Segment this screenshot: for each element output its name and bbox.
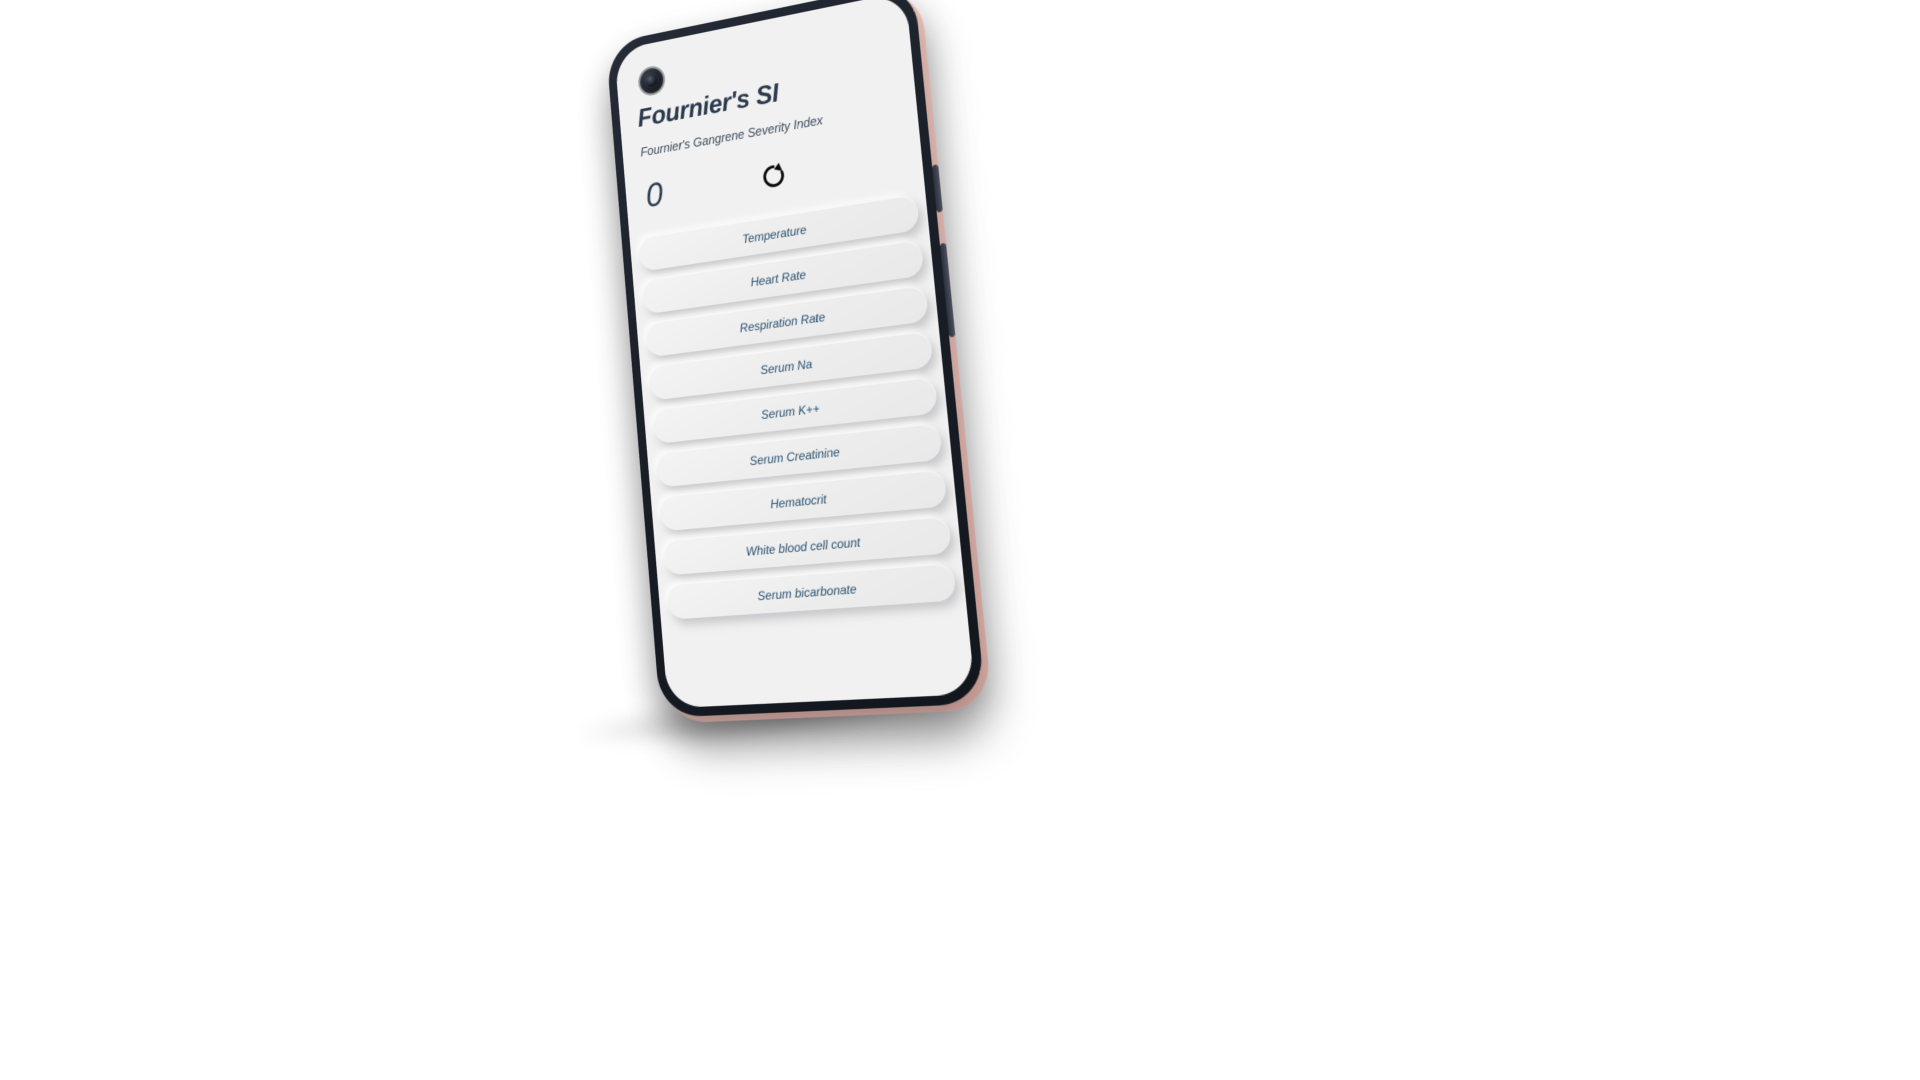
phone-device: Fournier's SI Fournier's Gangrene Severi…: [605, 0, 993, 724]
field-label: Serum K++: [760, 400, 821, 422]
phone-mockup-scene: Fournier's SI Fournier's Gangrene Severi…: [560, 0, 1020, 790]
screenshot-canvas: Fournier's SI Fournier's Gangrene Severi…: [0, 0, 1920, 1080]
field-label: White blood cell count: [745, 534, 861, 559]
phone-screen: Fournier's SI Fournier's Gangrene Severi…: [614, 0, 976, 709]
app-viewport: Fournier's SI Fournier's Gangrene Severi…: [614, 0, 976, 709]
reset-button[interactable]: [757, 158, 790, 195]
field-label: Heart Rate: [749, 266, 807, 289]
field-label: Respiration Rate: [739, 309, 826, 335]
score-value: 0: [644, 175, 665, 215]
field-label: Serum Creatinine: [748, 444, 841, 468]
field-list: Temperature Heart Rate Respiration Rate …: [637, 193, 958, 629]
refresh-icon: [757, 158, 790, 195]
field-label: Temperature: [741, 222, 807, 246]
field-label: Hematocrit: [769, 491, 828, 511]
field-label: Serum Na: [759, 356, 813, 377]
